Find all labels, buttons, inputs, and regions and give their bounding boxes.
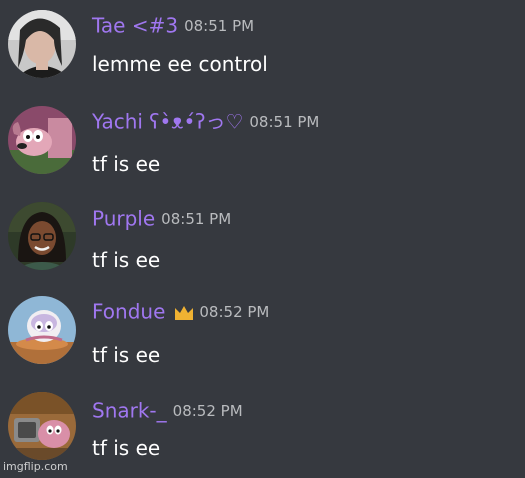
avatar-image	[8, 392, 76, 460]
avatar-image	[8, 296, 76, 364]
username[interactable]: Tae <#3	[92, 14, 178, 38]
timestamp: 08:51 PM	[249, 112, 320, 131]
message-text: tf is ee	[92, 152, 161, 176]
avatar-image	[8, 202, 76, 270]
timestamp: 08:52 PM	[172, 401, 243, 420]
chat-message: Purple 08:51 PM tf is ee	[0, 192, 525, 288]
user-avatar[interactable]	[8, 296, 76, 364]
username[interactable]: Snark-_	[92, 399, 167, 423]
message-header: Fondue 08:52 PM	[92, 298, 269, 324]
username[interactable]: Fondue	[92, 300, 165, 324]
chat-message: Tae <#3 08:51 PM lemme ee control	[0, 0, 525, 96]
user-avatar[interactable]	[8, 202, 76, 270]
message-header: Tae <#3 08:51 PM	[92, 12, 254, 38]
timestamp: 08:52 PM	[199, 302, 270, 321]
crown-icon	[175, 305, 194, 320]
username[interactable]: Yachi ʕ•̀ᴥ•́ʔっ♡	[92, 110, 243, 134]
message-header: Yachi ʕ•̀ᴥ•́ʔっ♡ 08:51 PM	[92, 108, 319, 134]
avatar-image	[8, 106, 76, 174]
message-text: tf is ee	[92, 436, 161, 460]
avatar-image	[8, 10, 76, 78]
timestamp: 08:51 PM	[184, 16, 255, 35]
username[interactable]: Purple	[92, 207, 155, 231]
message-header: Purple 08:51 PM	[92, 205, 231, 231]
chat-message-list: Tae <#3 08:51 PM lemme ee control Yachi ʕ…	[0, 0, 525, 475]
message-text: tf is ee	[92, 343, 161, 367]
user-avatar[interactable]	[8, 10, 76, 78]
message-text: tf is ee	[92, 248, 161, 272]
user-avatar[interactable]	[8, 392, 76, 460]
chat-message: Snark-_ 08:52 PM tf is ee	[0, 382, 525, 478]
timestamp: 08:51 PM	[161, 209, 232, 228]
watermark: imgflip.com	[3, 460, 68, 473]
message-header: Snark-_ 08:52 PM	[92, 397, 243, 423]
message-text: lemme ee control	[92, 52, 268, 76]
user-avatar[interactable]	[8, 106, 76, 174]
chat-message: Yachi ʕ•̀ᴥ•́ʔっ♡ 08:51 PM tf is ee	[0, 96, 525, 192]
chat-message: Fondue 08:52 PM tf is ee	[0, 286, 525, 382]
